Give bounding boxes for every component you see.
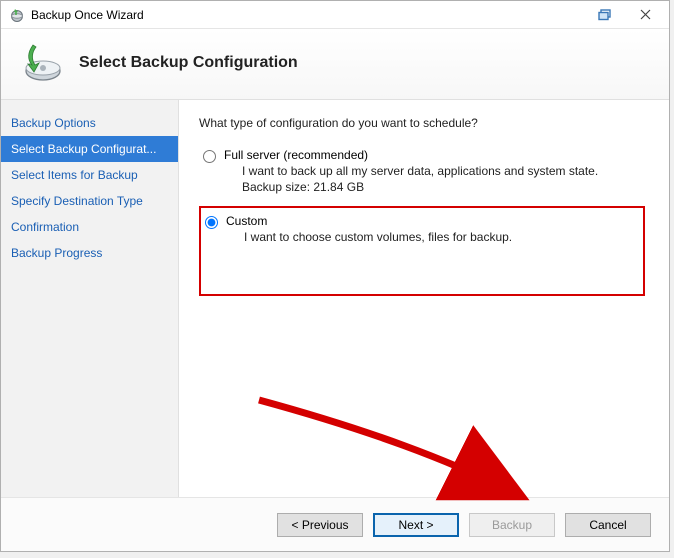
window-controls <box>585 3 665 27</box>
option-custom-desc: I want to choose custom volumes, files f… <box>244 230 512 244</box>
wizard-body: Backup Options Select Backup Configurat.… <box>1 100 669 497</box>
sidebar-step-backup-progress[interactable]: Backup Progress <box>1 240 178 266</box>
next-button[interactable]: Next > <box>373 513 459 537</box>
sidebar-step-destination-type[interactable]: Specify Destination Type <box>1 188 178 214</box>
wizard-window: Backup Once Wizard Sel <box>0 0 670 552</box>
wizard-content: What type of configuration do you want t… <box>179 100 669 497</box>
cancel-button[interactable]: Cancel <box>565 513 651 537</box>
backup-button[interactable]: Backup <box>469 513 555 537</box>
option-custom[interactable]: Custom I want to choose custom volumes, … <box>199 206 645 296</box>
app-icon <box>9 7 25 23</box>
wizard-steps-sidebar: Backup Options Select Backup Configurat.… <box>1 100 179 497</box>
config-prompt: What type of configuration do you want t… <box>199 116 649 130</box>
sidebar-step-select-items[interactable]: Select Items for Backup <box>1 162 178 188</box>
annotation-arrow-icon <box>249 390 539 510</box>
wizard-header: Select Backup Configuration <box>1 29 669 100</box>
sidebar-step-confirmation[interactable]: Confirmation <box>1 214 178 240</box>
sidebar-step-select-backup-configuration[interactable]: Select Backup Configurat... <box>1 136 178 162</box>
titlebar: Backup Once Wizard <box>1 1 669 29</box>
radio-full-server[interactable] <box>203 150 216 163</box>
page-title: Select Backup Configuration <box>79 54 298 72</box>
restore-icon[interactable] <box>585 3 625 27</box>
option-custom-label: Custom <box>226 214 512 228</box>
sidebar-step-backup-options[interactable]: Backup Options <box>1 110 178 136</box>
previous-button[interactable]: < Previous <box>277 513 363 537</box>
wizard-footer: < Previous Next > Backup Cancel <box>1 497 669 551</box>
option-full-server-label: Full server (recommended) <box>224 148 598 162</box>
window-title: Backup Once Wizard <box>31 8 585 22</box>
option-full-server-size: Backup size: 21.84 GB <box>242 180 598 194</box>
radio-custom[interactable] <box>205 216 218 229</box>
backup-wizard-icon <box>19 41 63 85</box>
option-full-server-desc: I want to back up all my server data, ap… <box>242 164 598 178</box>
close-icon[interactable] <box>625 3 665 27</box>
option-full-server[interactable]: Full server (recommended) I want to back… <box>199 144 649 198</box>
